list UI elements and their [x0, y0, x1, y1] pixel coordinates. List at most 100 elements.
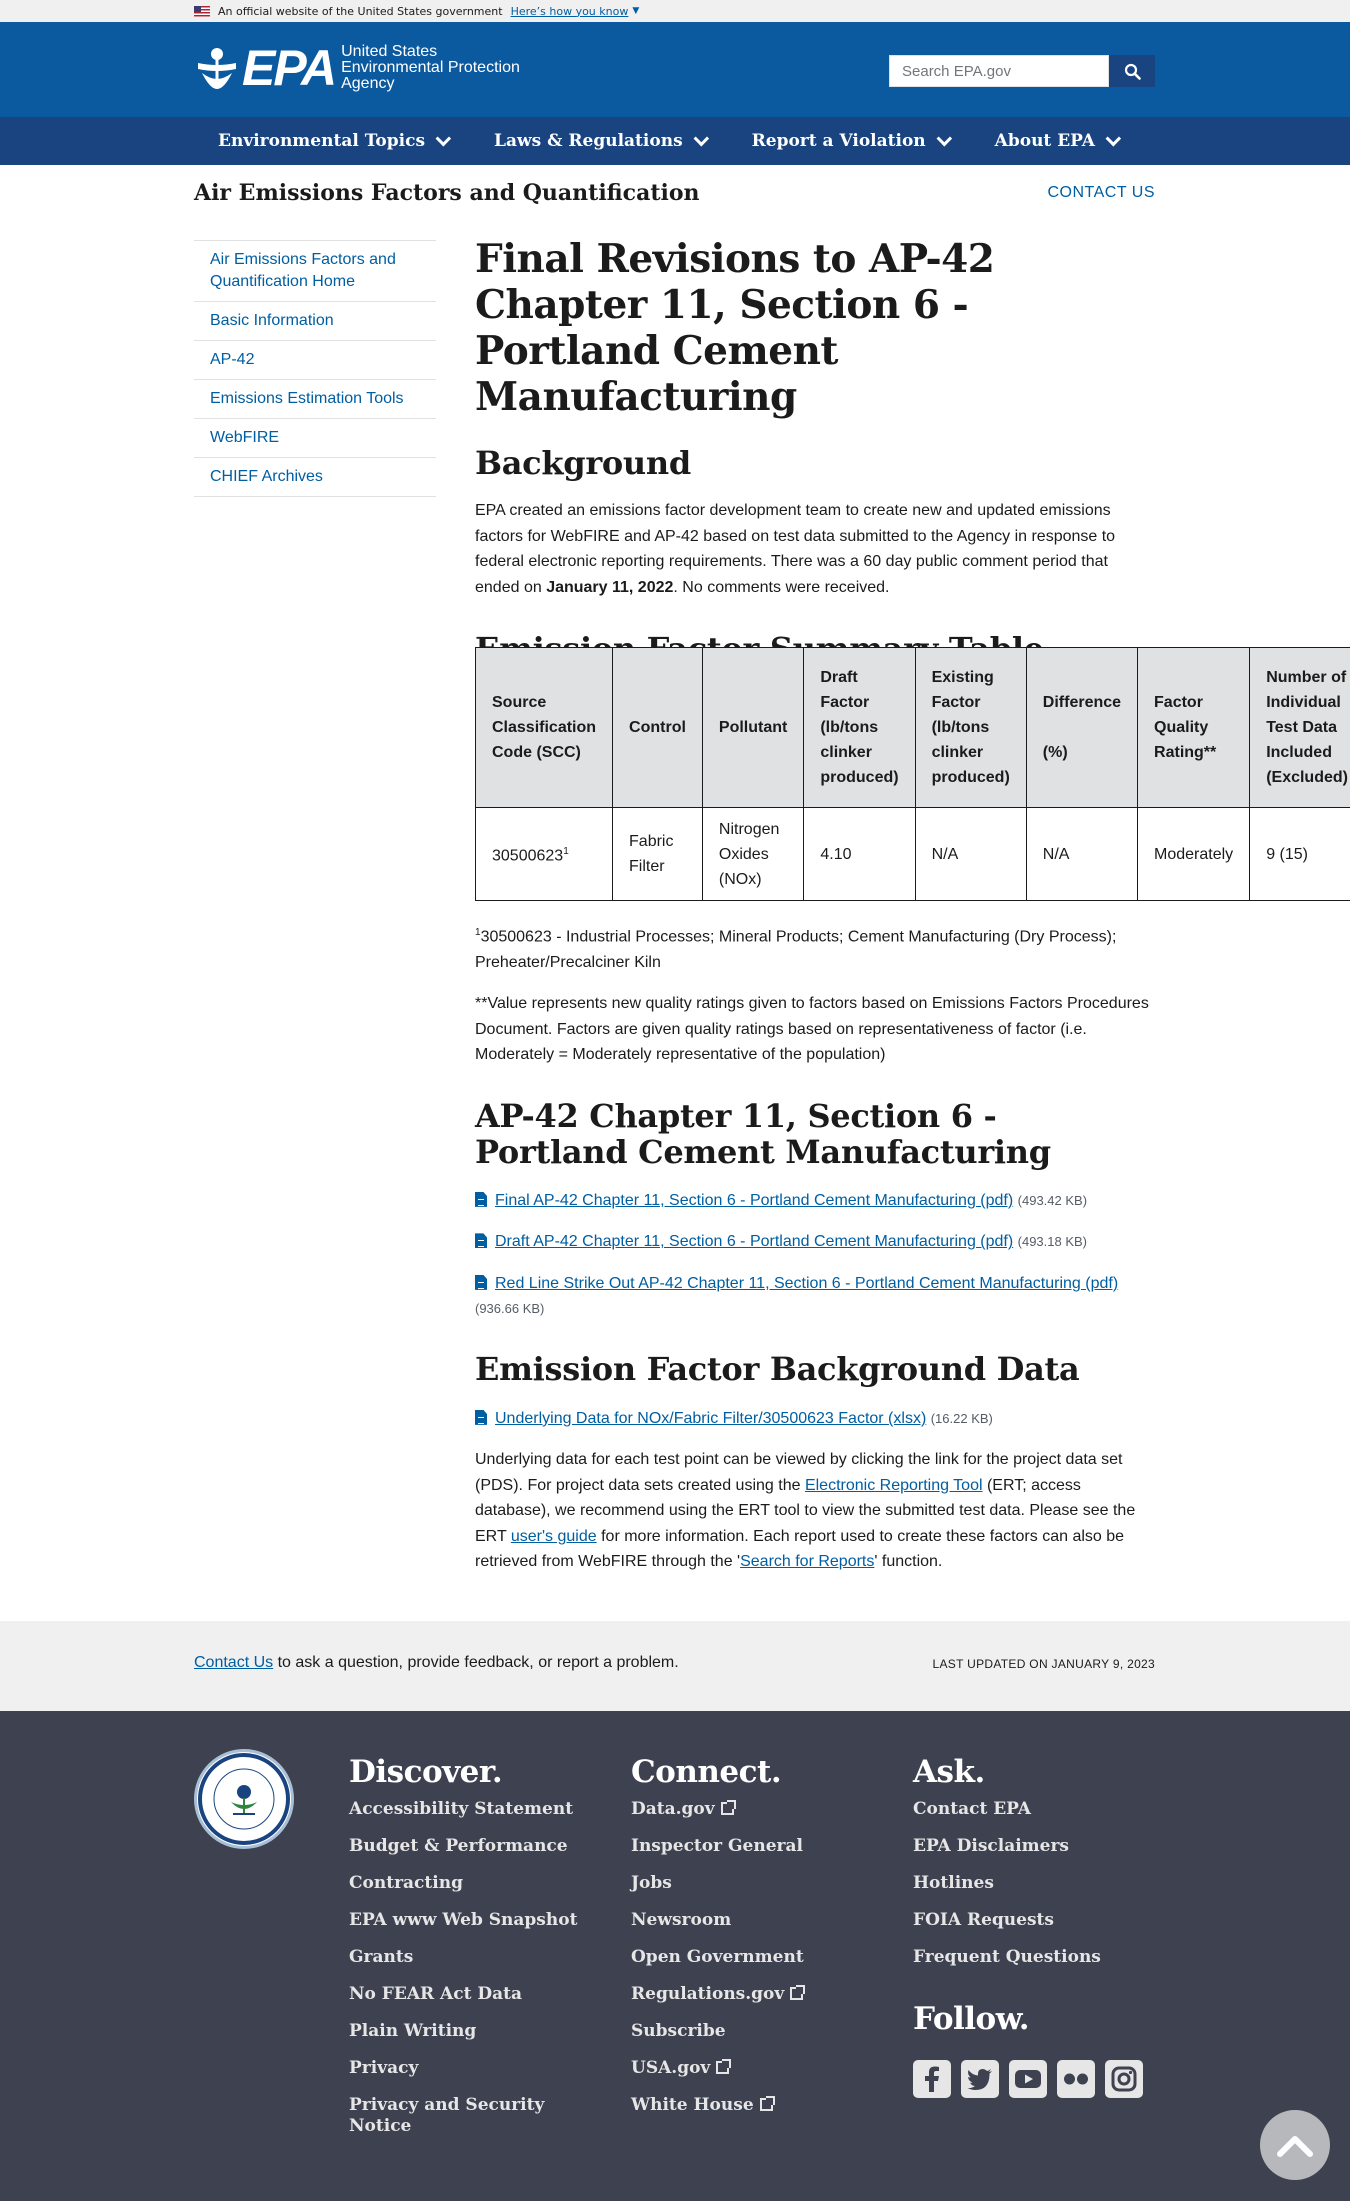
table-header-row: Source Classification Code (SCC) Control… — [474, 647, 1350, 808]
search-button[interactable] — [1109, 55, 1155, 87]
nav-laws-regulations[interactable]: Laws & Regulations — [470, 117, 728, 165]
footer-link[interactable]: Inspector General — [631, 1836, 804, 1857]
twitter-icon[interactable] — [961, 2060, 999, 2098]
footer-link[interactable]: Subscribe — [631, 2021, 804, 2042]
footer-link[interactable]: Grants — [349, 1947, 577, 1968]
epa-flower-icon — [194, 45, 240, 91]
ert-link[interactable]: Electronic Reporting Tool — [805, 1477, 983, 1494]
cell-difference: N/A — [1025, 807, 1139, 901]
footer-link[interactable]: Data.gov — [631, 1799, 804, 1820]
sidenav-item-basic-information[interactable]: Basic Information — [194, 302, 436, 341]
footnote-scc: 130500623 - Industrial Processes; Minera… — [475, 927, 1117, 971]
users-guide-link[interactable]: user's guide — [511, 1528, 597, 1545]
external-link-icon — [716, 2059, 732, 2074]
footnote-quality: **Value represents new quality ratings g… — [475, 995, 1149, 1064]
discover-heading: Discover. — [349, 1754, 503, 1790]
social-icons — [913, 2060, 1143, 2098]
cell-scc: 305006231 — [474, 807, 614, 901]
external-link-icon — [759, 2096, 775, 2111]
main-nav: Environmental Topics Laws & Regulations … — [0, 117, 1350, 165]
file-link-underlying-data: Underlying Data for NOx/Fabric Filter/30… — [475, 1406, 1155, 1432]
footer-link[interactable]: Newsroom — [631, 1910, 804, 1931]
how-you-know-link[interactable]: Here’s how you know — [511, 5, 629, 18]
column-header: Source Classification Code (SCC) — [474, 647, 614, 808]
follow-heading: Follow. — [913, 2001, 1030, 2037]
search-input[interactable] — [889, 55, 1109, 87]
footer-link[interactable]: Privacy — [349, 2058, 577, 2079]
epa-seal-logo[interactable] — [194, 1749, 294, 1849]
footer-link[interactable]: Hotlines — [913, 1873, 1101, 1894]
page-title: Final Revisions to AP-42 Chapter 11, Sec… — [475, 236, 995, 420]
sidenav-item-ap42[interactable]: AP-42 — [194, 341, 436, 380]
footer-link[interactable]: Privacy and Security Notice — [349, 2095, 549, 2137]
final-ap42-pdf-link[interactable]: Final AP-42 Chapter 11, Section 6 - Port… — [495, 1192, 1013, 1209]
footer-link[interactable]: Budget & Performance — [349, 1836, 577, 1857]
cell-pollutant: Nitrogen Oxides (NOx) — [701, 807, 805, 901]
youtube-icon[interactable] — [1009, 2060, 1047, 2098]
nav-about-epa[interactable]: About EPA — [971, 117, 1140, 165]
gov-banner-text: An official website of the United States… — [218, 4, 503, 18]
footer-link[interactable]: Regulations.gov — [631, 1984, 806, 2005]
footer-contact-us-link[interactable]: Contact Us — [194, 1654, 273, 1671]
footer-follow: Follow. — [913, 1996, 1030, 2046]
agency-name: United States Environmental Protection A… — [341, 43, 520, 92]
footer-link[interactable]: Frequent Questions — [913, 1947, 1101, 1968]
connect-heading: Connect. — [631, 1754, 782, 1790]
last-updated-date: LAST UPDATED ON JANUARY 9, 2023 — [932, 1657, 1155, 1671]
background-data-heading: Emission Factor Background Data — [475, 1349, 1080, 1388]
footer-link[interactable]: No FEAR Act Data — [349, 1984, 577, 2005]
epa-logo-text: EPA — [242, 40, 337, 96]
footer-connect: Connect. Data.gov Inspector General Jobs… — [631, 1749, 806, 2132]
footer-link[interactable]: EPA Disclaimers — [913, 1836, 1101, 1857]
file-link-final: Final AP-42 Chapter 11, Section 6 - Port… — [475, 1188, 1155, 1214]
nav-environmental-topics[interactable]: Environmental Topics — [194, 117, 470, 165]
sidenav-item-home[interactable]: Air Emissions Factors and Quantification… — [194, 241, 436, 302]
ap42-heading: AP-42 Chapter 11, Section 6 - Portland C… — [475, 1096, 1051, 1171]
column-header: Pollutant — [701, 647, 805, 808]
chevron-down-icon — [693, 130, 709, 146]
cell-test-count: 9 (15) — [1249, 807, 1350, 901]
file-icon — [475, 1233, 487, 1249]
microsite-title[interactable]: Air Emissions Factors and Quantification — [194, 180, 700, 206]
flickr-icon[interactable] — [1057, 2060, 1095, 2098]
footer-link[interactable]: White House — [631, 2095, 804, 2116]
draft-ap42-pdf-link[interactable]: Draft AP-42 Chapter 11, Section 6 - Port… — [495, 1233, 1013, 1250]
chevron-down-icon — [435, 130, 452, 146]
contact-us-link[interactable]: CONTACT US — [1047, 184, 1155, 202]
masthead: EPA United States Environmental Protecti… — [0, 22, 1350, 117]
sidenav-item-chief-archives[interactable]: CHIEF Archives — [194, 458, 436, 497]
cell-draft-factor: 4.10 — [803, 807, 916, 901]
footer-link[interactable]: Plain Writing — [349, 2021, 577, 2042]
footer-link[interactable]: Accessibility Statement — [349, 1799, 577, 1820]
footer-link[interactable]: FOIA Requests — [913, 1910, 1101, 1931]
file-link-draft: Draft AP-42 Chapter 11, Section 6 - Port… — [475, 1229, 1155, 1255]
epa-logo[interactable]: EPA United States Environmental Protecti… — [194, 40, 520, 96]
back-to-top-button[interactable] — [1260, 2110, 1330, 2180]
column-header: Number of Individual Test Data Included … — [1249, 647, 1350, 808]
chevron-down-icon[interactable]: ▼ — [632, 6, 639, 16]
footer-link[interactable]: Contracting — [349, 1873, 577, 1894]
sidenav-item-estimation-tools[interactable]: Emissions Estimation Tools — [194, 380, 436, 419]
gov-banner: An official website of the United States… — [0, 0, 1350, 22]
background-paragraph: EPA created an emissions factor developm… — [475, 502, 1116, 596]
redline-ap42-pdf-link[interactable]: Red Line Strike Out AP-42 Chapter 11, Se… — [495, 1275, 1118, 1292]
emission-factor-table: Source Classification Code (SCC) Control… — [474, 647, 1350, 901]
footer-link[interactable]: Open Government — [631, 1947, 804, 1968]
underlying-data-xlsx-link[interactable]: Underlying Data for NOx/Fabric Filter/30… — [495, 1410, 926, 1427]
sidenav-item-webfire[interactable]: WebFIRE — [194, 419, 436, 458]
footer-link[interactable]: Contact EPA — [913, 1799, 1101, 1820]
site-footer: Discover. Accessibility Statement Budget… — [0, 1711, 1350, 2201]
footer-link[interactable]: Jobs — [631, 1873, 804, 1894]
facebook-icon[interactable] — [913, 2060, 951, 2098]
footer-link[interactable]: EPA www Web Snapshot — [349, 1910, 577, 1931]
instagram-icon[interactable] — [1105, 2060, 1143, 2098]
chevron-down-icon — [936, 130, 952, 146]
cell-existing-factor: N/A — [914, 807, 1027, 901]
background-data-paragraph: Underlying data for each test point can … — [475, 1451, 1136, 1571]
search-reports-link[interactable]: Search for Reports — [740, 1553, 874, 1570]
nav-report-violation[interactable]: Report a Violation — [728, 117, 971, 165]
last-updated-bar: Contact Us to ask a question, provide fe… — [0, 1621, 1350, 1711]
column-header: Existing Factor (lb/tons clinker produce… — [914, 647, 1027, 808]
footer-link[interactable]: USA.gov — [631, 2058, 804, 2079]
us-flag-icon — [194, 5, 210, 17]
